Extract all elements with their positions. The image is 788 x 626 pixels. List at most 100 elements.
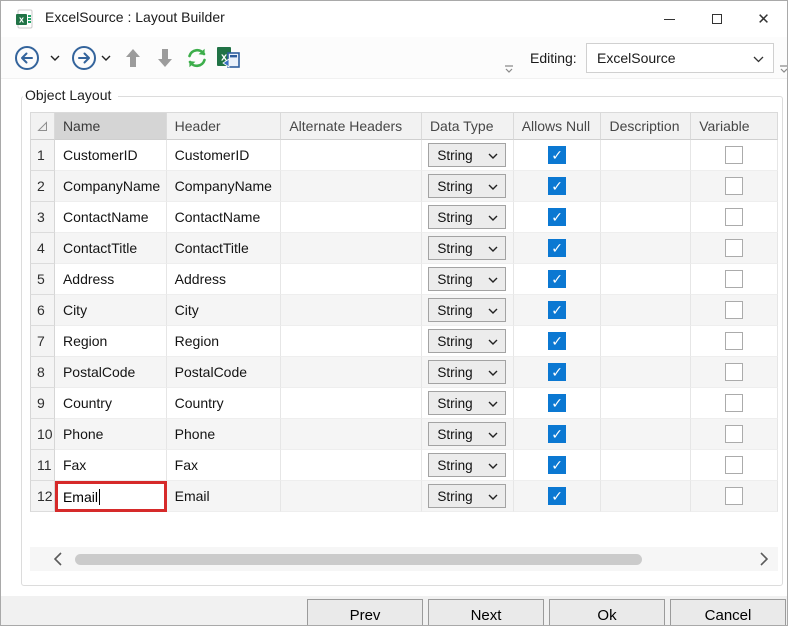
horizontal-scrollbar[interactable] <box>30 547 778 571</box>
back-button[interactable] <box>13 37 41 79</box>
data-type-dropdown[interactable]: String <box>428 236 506 260</box>
header-cell[interactable]: PostalCode <box>167 357 282 388</box>
allows-null-checkbox[interactable]: ✓ <box>548 177 566 195</box>
description-cell[interactable] <box>601 171 691 202</box>
next-button[interactable]: Next <box>428 599 544 626</box>
allows-null-checkbox[interactable]: ✓ <box>548 487 566 505</box>
column-header-allows-null[interactable]: Allows Null <box>514 112 602 140</box>
name-cell[interactable]: Region <box>55 326 167 357</box>
column-header-header[interactable]: Header <box>167 112 282 140</box>
allows-null-checkbox[interactable]: ✓ <box>548 146 566 164</box>
alternate-headers-cell[interactable] <box>281 202 422 233</box>
minimize-button[interactable] <box>646 1 693 37</box>
header-cell[interactable]: Country <box>167 388 282 419</box>
alternate-headers-cell[interactable] <box>281 264 422 295</box>
cancel-button[interactable]: Cancel <box>670 599 786 626</box>
data-type-dropdown[interactable]: String <box>428 484 506 508</box>
alternate-headers-cell[interactable] <box>281 450 422 481</box>
alternate-headers-cell[interactable] <box>281 419 422 450</box>
allows-null-checkbox[interactable]: ✓ <box>548 301 566 319</box>
data-type-dropdown[interactable]: String <box>428 453 506 477</box>
row-number[interactable]: 11 <box>30 450 55 481</box>
variable-checkbox[interactable] <box>725 239 743 257</box>
close-button[interactable]: ✕ <box>740 1 787 37</box>
description-cell[interactable] <box>601 202 691 233</box>
column-header-data-type[interactable]: Data Type <box>422 112 514 140</box>
variable-checkbox[interactable] <box>725 394 743 412</box>
allows-null-checkbox[interactable]: ✓ <box>548 332 566 350</box>
scroll-left-button[interactable] <box>50 547 66 571</box>
description-cell[interactable] <box>601 419 691 450</box>
scrollbar-thumb[interactable] <box>75 554 642 565</box>
variable-checkbox[interactable] <box>725 363 743 381</box>
alternate-headers-cell[interactable] <box>281 388 422 419</box>
row-number[interactable]: 6 <box>30 295 55 326</box>
header-cell[interactable]: City <box>167 295 282 326</box>
row-number[interactable]: 4 <box>30 233 55 264</box>
name-cell[interactable]: Address <box>55 264 167 295</box>
variable-checkbox[interactable] <box>725 270 743 288</box>
row-number[interactable]: 2 <box>30 171 55 202</box>
toolbar-overflow-icon[interactable] <box>779 61 788 71</box>
allows-null-checkbox[interactable]: ✓ <box>548 363 566 381</box>
data-type-dropdown[interactable]: String <box>428 298 506 322</box>
allows-null-checkbox[interactable]: ✓ <box>548 208 566 226</box>
data-type-dropdown[interactable]: String <box>428 391 506 415</box>
data-type-dropdown[interactable]: String <box>428 422 506 446</box>
header-cell[interactable]: CustomerID <box>167 140 282 171</box>
allows-null-checkbox[interactable]: ✓ <box>548 456 566 474</box>
select-all-corner[interactable] <box>30 112 55 140</box>
header-cell[interactable]: Phone <box>167 419 282 450</box>
row-number[interactable]: 8 <box>30 357 55 388</box>
header-cell[interactable]: CompanyName <box>167 171 282 202</box>
name-cell[interactable]: CompanyName <box>55 171 167 202</box>
allows-null-checkbox[interactable]: ✓ <box>548 270 566 288</box>
row-number[interactable]: 10 <box>30 419 55 450</box>
toolbar-overflow-icon[interactable] <box>504 61 514 71</box>
row-number[interactable]: 12 <box>30 481 55 512</box>
description-cell[interactable] <box>601 357 691 388</box>
header-cell[interactable]: Fax <box>167 450 282 481</box>
header-cell[interactable]: Address <box>167 264 282 295</box>
header-cell[interactable]: ContactName <box>167 202 282 233</box>
description-cell[interactable] <box>601 481 691 512</box>
row-number[interactable]: 5 <box>30 264 55 295</box>
alternate-headers-cell[interactable] <box>281 171 422 202</box>
refresh-button[interactable] <box>183 37 211 79</box>
alternate-headers-cell[interactable] <box>281 481 422 512</box>
description-cell[interactable] <box>601 295 691 326</box>
alternate-headers-cell[interactable] <box>281 357 422 388</box>
variable-checkbox[interactable] <box>725 208 743 226</box>
header-cell[interactable]: Email <box>167 481 282 512</box>
variable-checkbox[interactable] <box>725 146 743 164</box>
name-cell[interactable]: ContactName <box>55 202 167 233</box>
name-cell[interactable]: Country <box>55 388 167 419</box>
column-header-name[interactable]: Name <box>55 112 167 140</box>
name-cell[interactable]: PostalCode <box>55 357 167 388</box>
move-up-button[interactable] <box>120 37 146 79</box>
description-cell[interactable] <box>601 450 691 481</box>
name-cell[interactable]: ContactTitle <box>55 233 167 264</box>
row-number[interactable]: 7 <box>30 326 55 357</box>
description-cell[interactable] <box>601 326 691 357</box>
data-type-dropdown[interactable]: String <box>428 360 506 384</box>
name-cell[interactable]: Phone <box>55 419 167 450</box>
alternate-headers-cell[interactable] <box>281 140 422 171</box>
alternate-headers-cell[interactable] <box>281 295 422 326</box>
variable-checkbox[interactable] <box>725 456 743 474</box>
column-header-variable[interactable]: Variable <box>691 112 778 140</box>
allows-null-checkbox[interactable]: ✓ <box>548 394 566 412</box>
scroll-right-button[interactable] <box>756 547 772 571</box>
row-number[interactable]: 3 <box>30 202 55 233</box>
header-cell[interactable]: ContactTitle <box>167 233 282 264</box>
variable-checkbox[interactable] <box>725 177 743 195</box>
data-type-dropdown[interactable]: String <box>428 329 506 353</box>
back-dropdown-button[interactable] <box>47 37 63 79</box>
description-cell[interactable] <box>601 233 691 264</box>
editing-combobox[interactable]: ExcelSource <box>586 43 774 73</box>
allows-null-checkbox[interactable]: ✓ <box>548 425 566 443</box>
name-cell[interactable]: Email <box>55 481 167 512</box>
forward-dropdown-button[interactable] <box>98 37 114 79</box>
data-type-dropdown[interactable]: String <box>428 174 506 198</box>
move-down-button[interactable] <box>152 37 178 79</box>
